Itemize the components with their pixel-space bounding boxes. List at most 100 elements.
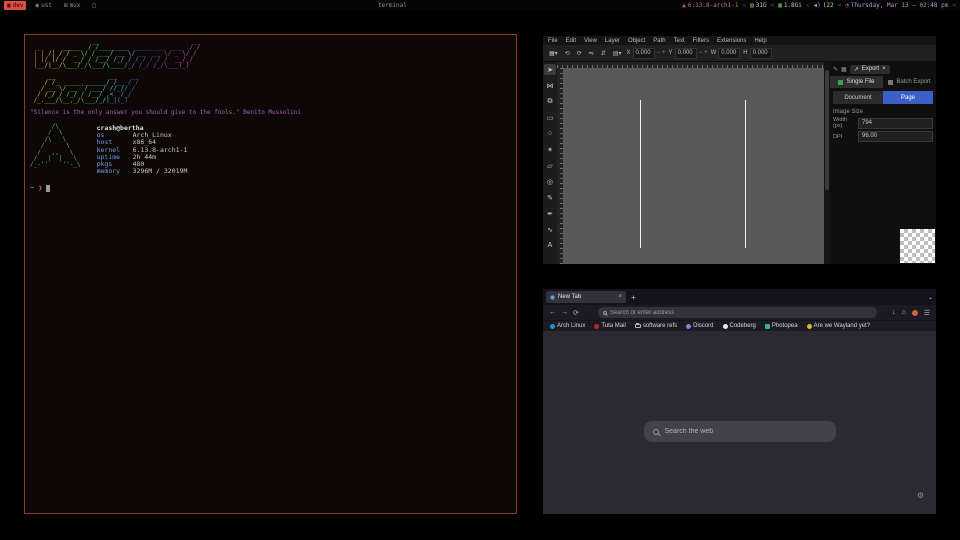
workspace-tag-ust[interactable]: ◉ust [32, 1, 54, 10]
workspace-icon: ◉ [35, 2, 39, 9]
workspace-tags: ▣dev ◉ust ⊞mux □ [4, 1, 99, 10]
forward-button[interactable]: → [561, 309, 568, 316]
bookmark-are-we-wayland-yet[interactable]: Are we Wayland yet? [807, 323, 870, 329]
tab-single-file[interactable]: Single File [830, 76, 883, 88]
tool-shape-builder[interactable]: ⧉ [544, 96, 556, 107]
scrollbar-thumb[interactable] [825, 70, 829, 190]
web-search-box[interactable] [644, 421, 836, 442]
tool-selector[interactable]: ➤ [544, 64, 556, 75]
separator: < [806, 2, 810, 9]
menu-object[interactable]: Object [628, 38, 645, 44]
tool-rectangle[interactable]: ▭ [544, 112, 556, 123]
extension-icon[interactable] [912, 310, 918, 316]
tool-ellipse[interactable]: ○ [544, 128, 556, 139]
stepper-minus[interactable]: − [657, 50, 661, 56]
menu-extensions[interactable]: Extensions [717, 38, 746, 44]
speaker-icon: ◀) [814, 2, 821, 9]
tool-spiral[interactable]: ◎ [544, 176, 556, 187]
tool-star[interactable]: ✶ [544, 144, 556, 155]
menu-help[interactable]: Help [754, 38, 766, 44]
flip-vertical-icon[interactable]: ⇵ [599, 50, 608, 57]
menu-file[interactable]: File [548, 38, 558, 44]
nav-right-icons: ↓ ⌂ ☰ [892, 309, 930, 317]
folder-icon [635, 324, 641, 328]
tool-text[interactable]: A [544, 240, 556, 251]
menu-path[interactable]: Path [653, 38, 665, 44]
document-button[interactable]: Document [833, 91, 883, 104]
flip-horizontal-icon[interactable]: ⇋ [587, 50, 596, 57]
url-input[interactable] [610, 310, 872, 316]
export-dialog-tab[interactable]: ↗ Export × [850, 65, 890, 74]
discord-favicon [686, 324, 691, 329]
rotate-cw-icon[interactable]: ⟳ [575, 50, 584, 57]
web-search-input[interactable] [665, 428, 827, 435]
bookmark-codeberg[interactable]: Codeberg [723, 323, 756, 329]
shell-prompt[interactable]: ~ ❯ [30, 184, 516, 192]
browser-tab-new-tab[interactable]: New Tab × [546, 291, 626, 303]
bookmark-arch-linux[interactable]: Arch Linux [550, 323, 585, 329]
tool-pen[interactable]: ✒ [544, 208, 556, 219]
bookmark-tuta-mail[interactable]: Tuta Mail [594, 323, 625, 329]
back-button[interactable]: ← [549, 309, 556, 316]
selection-mode-dropdown[interactable]: ▦▾ [547, 50, 560, 57]
list-all-tabs-icon[interactable]: ⌄ [928, 294, 933, 301]
dpi-row: DPI 96.00 [833, 131, 933, 142]
workspace-tag-mux[interactable]: ⊞mux [61, 1, 83, 10]
width-group: W 0.000 [711, 48, 741, 59]
personalize-gear-icon[interactable]: ⚙ [917, 491, 924, 500]
home-icon[interactable]: ⌂ [901, 309, 905, 316]
menu-layer[interactable]: Layer [605, 38, 620, 44]
url-bar[interactable] [598, 307, 877, 318]
stepper-plus[interactable]: + [662, 50, 666, 56]
close-icon[interactable]: × [882, 66, 886, 72]
bookmark-photopea[interactable]: Photopea [765, 323, 798, 329]
layers-dialog-icon[interactable]: ▦ [841, 66, 847, 73]
menu-filters[interactable]: Filters [693, 38, 709, 44]
x-coordinate-group: X 0.000 − + [627, 48, 666, 59]
fortune-quote: "Silence is the only answer you should g… [30, 109, 516, 116]
menu-text[interactable]: Text [674, 38, 685, 44]
x-coordinate-field[interactable]: 0.000 [633, 48, 655, 59]
bookmark-discord[interactable]: Discord [686, 323, 713, 329]
bookmark-folder-software-refs[interactable]: software refs [635, 323, 677, 329]
stepper-plus[interactable]: + [704, 50, 708, 56]
width-field[interactable]: 0.000 [718, 48, 740, 59]
width-row: Width (px) 794 [833, 117, 933, 129]
tool-options-bar: ▦▾ ⟲ ⟳ ⇋ ⇵ ▤▾ X 0.000 − + Y 0.000 − + W … [543, 45, 936, 62]
downloads-icon[interactable]: ↓ [892, 309, 896, 316]
align-dropdown[interactable]: ▤▾ [611, 50, 624, 57]
page-button[interactable]: Page [883, 91, 933, 104]
tool-calligraphy[interactable]: ∿ [544, 224, 556, 235]
rotate-ccw-icon[interactable]: ⟲ [563, 50, 572, 57]
fetch-output: /\ / \ /\ \ / \ / ,, \ / | | \ /_-'' ''-… [30, 124, 516, 175]
inkscape-window[interactable]: File Edit View Layer Object Path Text Fi… [543, 36, 936, 264]
desktop: ▣dev ◉ust ⊞mux □ terminal ▲6.13.8-arch1-… [0, 0, 960, 540]
tool-node-editor[interactable]: ⋈ [544, 80, 556, 91]
separator: < [771, 2, 775, 9]
tab-batch-export[interactable]: Batch Export [883, 76, 936, 88]
y-coordinate-field[interactable]: 0.000 [675, 48, 697, 59]
export-width-field[interactable]: 794 [858, 118, 933, 129]
ascii-art-banner: __ __ _ _____ / /________ ____ ___ ___ /… [30, 39, 516, 104]
workspace-tag-dev[interactable]: ▣dev [4, 1, 26, 10]
reload-button[interactable]: ⟳ [573, 309, 579, 317]
arch-logo-icon: ▲ [682, 2, 686, 9]
height-field[interactable]: 0.000 [750, 48, 772, 59]
tool-pencil[interactable]: ✎ [544, 192, 556, 203]
inkscape-canvas[interactable] [563, 68, 824, 264]
stepper-minus[interactable]: − [699, 50, 703, 56]
new-tab-button[interactable]: + [631, 293, 636, 302]
terminal-window[interactable]: __ __ _ _____ / /________ ____ ___ ___ /… [24, 34, 517, 514]
menu-edit[interactable]: Edit [566, 38, 576, 44]
browser-window[interactable]: New Tab × + ⌄ ← → ⟳ ↓ ⌂ ☰ Arch Linux Tut… [543, 289, 936, 514]
tab-close-icon[interactable]: × [618, 294, 622, 300]
inkscape-menubar: File Edit View Layer Object Path Text Fi… [543, 36, 936, 45]
menu-icon[interactable]: ☰ [924, 309, 930, 317]
export-dock: ✎ ▦ ↗ Export × Single File Batch Export … [830, 62, 936, 264]
export-dpi-field[interactable]: 96.00 [858, 131, 933, 142]
tool-box-3d[interactable]: ▱ [544, 160, 556, 171]
menu-view[interactable]: View [584, 38, 597, 44]
fetch-row: memory3296M / 32019M [97, 168, 188, 175]
fill-stroke-dialog-icon[interactable]: ✎ [833, 66, 838, 73]
workspace-tag-empty[interactable]: □ [89, 1, 99, 10]
